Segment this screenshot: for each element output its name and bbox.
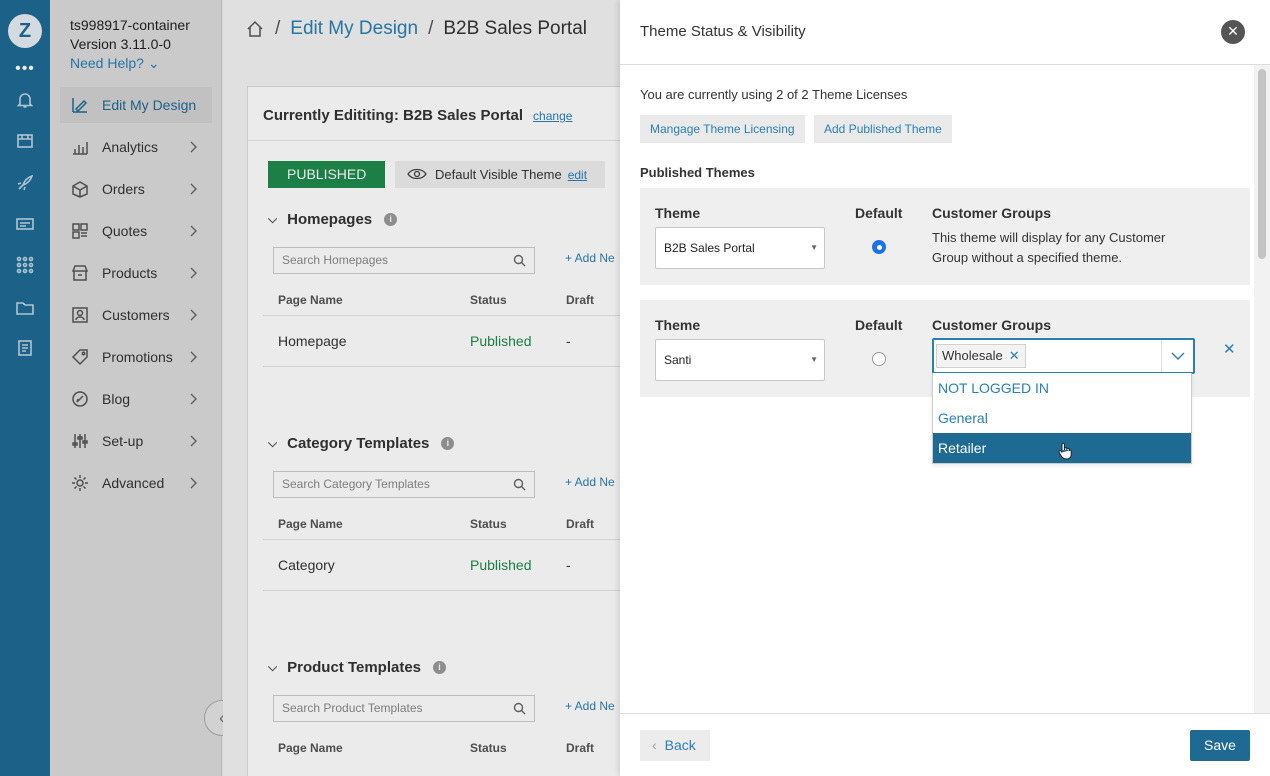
- dropdown-toggle[interactable]: [1161, 340, 1193, 372]
- close-icon: ✕: [1223, 341, 1236, 358]
- theme-row: Theme Default Customer Groups B2B Sales …: [640, 188, 1250, 285]
- customer-groups-text: This theme will display for any Customer…: [932, 230, 1166, 265]
- add-published-theme-button[interactable]: Add Published Theme: [814, 115, 952, 143]
- chevron-left-icon: ‹: [652, 737, 657, 753]
- select-arrow-icon: ▼: [810, 355, 818, 364]
- hand-cursor-icon: [1058, 442, 1072, 460]
- remove-theme-row-button[interactable]: ✕: [1223, 340, 1236, 358]
- close-modal-button[interactable]: ✕: [1221, 20, 1245, 44]
- col-default: Default: [855, 205, 903, 221]
- modal-backdrop[interactable]: [0, 0, 620, 776]
- modal-footer: ‹ Back Save: [620, 713, 1270, 776]
- default-radio[interactable]: [872, 352, 886, 366]
- dropdown-option-general[interactable]: General: [933, 403, 1191, 433]
- customer-groups-multiselect[interactable]: Wholesale ✕: [932, 338, 1195, 374]
- theme-select[interactable]: Santi ▼: [655, 339, 825, 381]
- back-button[interactable]: ‹ Back: [640, 730, 710, 761]
- customer-group-chip: Wholesale ✕: [936, 344, 1026, 368]
- col-theme: Theme: [655, 205, 701, 221]
- scrollbar-thumb[interactable]: [1258, 69, 1266, 259]
- default-radio[interactable]: [872, 240, 886, 254]
- modal-title: Theme Status & Visibility: [640, 23, 806, 40]
- dropdown-option-not-logged-in[interactable]: NOT LOGGED IN: [933, 373, 1191, 403]
- remove-chip-icon[interactable]: ✕: [1009, 348, 1020, 363]
- manage-theme-licensing-button[interactable]: Mangage Theme Licensing: [640, 115, 805, 143]
- col-default: Default: [855, 317, 903, 333]
- col-theme: Theme: [655, 317, 701, 333]
- license-usage-text: You are currently using 2 of 2 Theme Lic…: [640, 87, 908, 102]
- close-icon: ✕: [1227, 23, 1239, 39]
- col-customer-groups: Customer Groups: [932, 205, 1052, 221]
- col-customer-groups: Customer Groups: [932, 317, 1052, 333]
- select-arrow-icon: ▼: [810, 243, 818, 252]
- modal-scrollbar[interactable]: [1254, 65, 1270, 713]
- save-button[interactable]: Save: [1190, 730, 1250, 761]
- modal-header: Theme Status & Visibility ✕: [620, 0, 1270, 65]
- published-themes-heading: Published Themes: [640, 165, 755, 180]
- theme-select[interactable]: B2B Sales Portal ▼: [655, 227, 825, 269]
- chevron-down-icon: [1171, 352, 1185, 360]
